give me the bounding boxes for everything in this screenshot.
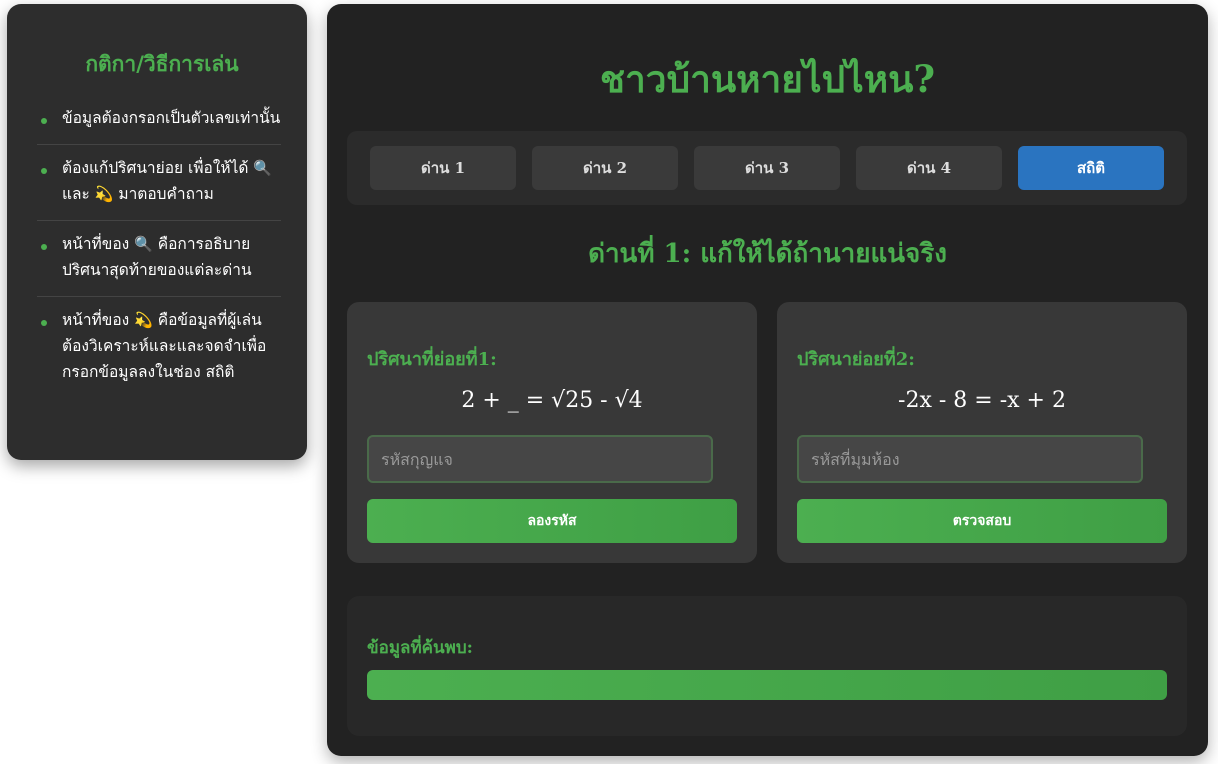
magnifier-icon: 🔍 <box>253 159 273 177</box>
found-info-bar <box>367 670 1167 700</box>
tab-level-2[interactable]: ด่าน 2 <box>532 146 678 190</box>
rule-item: หน้าที่ของ 🔍 คือการอธิบายปริศนาสุดท้ายขอ… <box>37 221 281 297</box>
bullet-icon <box>41 118 47 124</box>
bullet-icon <box>41 320 47 326</box>
tab-level-3[interactable]: ด่าน 3 <box>694 146 840 190</box>
check-button[interactable]: ตรวจสอบ <box>797 499 1167 543</box>
found-info-panel: ข้อมูลที่ค้นพบ: <box>347 596 1187 736</box>
rules-title: กติกา/วิธีการเล่น <box>85 52 239 76</box>
bullet-icon <box>41 168 47 174</box>
bullet-icon <box>41 244 47 250</box>
key-code-input[interactable] <box>367 435 713 483</box>
rule-text: ข้อมูลต้องกรอกเป็นตัวเลขเท่านั้น <box>62 109 281 127</box>
puzzle-equation: -2x - 8 = -x + 2 <box>898 388 1066 413</box>
level-tabs: ด่าน 1 ด่าน 2 ด่าน 3 ด่าน 4 สถิติ <box>347 131 1187 205</box>
puzzle-card-2: ปริศนาย่อยที่2: -2x - 8 = -x + 2 ตรวจสอบ <box>777 302 1187 563</box>
magnifier-icon: 🔍 <box>134 235 153 253</box>
puzzle-title: ปริศนาย่อยที่2: <box>797 349 915 370</box>
corner-code-input[interactable] <box>797 435 1143 483</box>
dizzy-star-icon: 💫 <box>94 185 114 203</box>
rule-text: มาตอบคำถาม <box>113 185 214 203</box>
tab-level-4[interactable]: ด่าน 4 <box>856 146 1002 190</box>
rule-item: ต้องแก้ปริศนาย่อย เพื่อให้ได้ 🔍 และ 💫 มา… <box>37 145 281 221</box>
page-title: ชาวบ้านหายไปไหน? <box>599 57 936 101</box>
level-title: ด่านที่ 1: แก้ให้ได้ถ้านายแน่จริง <box>588 239 947 269</box>
game-panel: ชาวบ้านหายไปไหน? ด่าน 1 ด่าน 2 ด่าน 3 ด่… <box>327 4 1208 756</box>
rule-text: หน้าที่ของ <box>62 311 135 329</box>
rule-text: หน้าที่ของ <box>62 235 135 253</box>
rule-text: และ <box>62 185 95 203</box>
puzzle-card-1: ปริศนาที่ย่อยที่1: 2 + _ = √25 - √4 ลองร… <box>347 302 757 563</box>
puzzle-title: ปริศนาที่ย่อยที่1: <box>367 349 497 370</box>
tab-stats[interactable]: สถิติ <box>1018 146 1164 190</box>
rule-text: ต้องแก้ปริศนาย่อย เพื่อให้ได้ <box>62 159 254 177</box>
dizzy-star-icon: 💫 <box>134 311 153 329</box>
rule-item: ข้อมูลต้องกรอกเป็นตัวเลขเท่านั้น <box>37 99 281 145</box>
puzzle-equation: 2 + _ = √25 - √4 <box>461 388 643 413</box>
tab-level-1[interactable]: ด่าน 1 <box>370 146 516 190</box>
rules-list: ข้อมูลต้องกรอกเป็นตัวเลขเท่านั้น ต้องแก้… <box>37 99 281 398</box>
rules-sidebar: กติกา/วิธีการเล่น ข้อมูลต้องกรอกเป็นตัวเ… <box>7 4 307 460</box>
try-code-button[interactable]: ลองรหัส <box>367 499 737 543</box>
rule-item: หน้าที่ของ 💫 คือข้อมูลที่ผู้เล่นต้องวิเค… <box>37 297 281 398</box>
found-info-label: ข้อมูลที่ค้นพบ: <box>367 638 473 658</box>
